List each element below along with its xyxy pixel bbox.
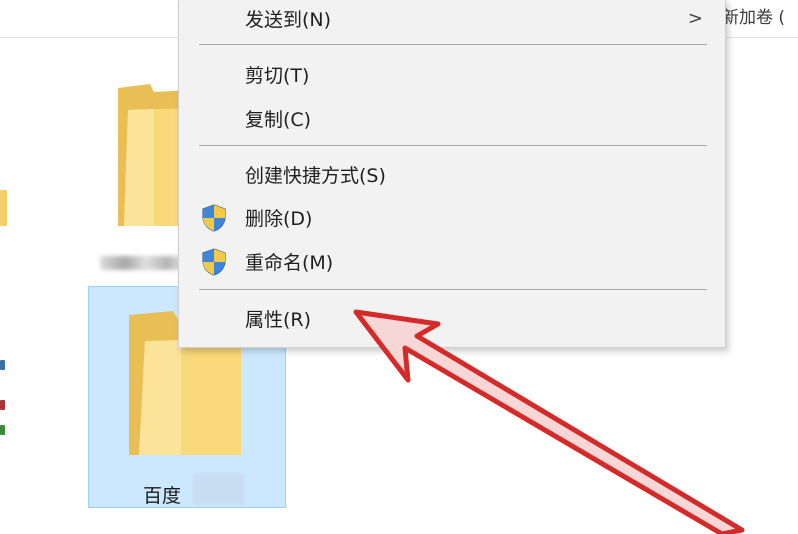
menu-item-label: 删除(D)	[245, 208, 313, 230]
menu-item-label: 剪切(T)	[245, 65, 310, 87]
menu-item-label: 复制(C)	[245, 109, 312, 131]
menu-separator	[199, 44, 707, 45]
menu-item-delete[interactable]: 删除(D)	[179, 198, 725, 238]
navigation-pane-edge	[0, 190, 7, 226]
blurred-folder-name	[100, 256, 184, 270]
menu-item-properties[interactable]: 属性(R)	[179, 299, 725, 339]
breadcrumb[interactable]: 新加卷 (	[722, 3, 785, 28]
menu-item-label: 重命名(M)	[245, 252, 334, 274]
navigation-pane-edge	[0, 400, 5, 410]
navigation-pane-edge	[0, 360, 5, 370]
uac-shield-icon	[202, 204, 226, 232]
context-menu: 发送到(N) > 剪切(T) 复制(C) 创建快捷方式(S) 删除(D) 重命名…	[178, 0, 726, 348]
menu-separator	[199, 289, 707, 290]
menu-separator	[199, 145, 707, 146]
folder-name: 百度	[143, 485, 182, 507]
menu-item-send-to[interactable]: 发送到(N) >	[179, 0, 725, 39]
folder-item[interactable]	[100, 70, 192, 290]
explorer-window: 新加卷 ( 百度 发送到(N) > 剪切(T) 复制(C) 创建快捷方式(S) …	[0, 0, 798, 534]
menu-item-rename[interactable]: 重命名(M)	[179, 242, 725, 282]
chevron-right-icon: >	[687, 8, 703, 29]
menu-item-cut[interactable]: 剪切(T)	[179, 55, 725, 95]
menu-item-label: 属性(R)	[245, 309, 312, 331]
navigation-pane-edge	[0, 425, 5, 435]
menu-item-copy[interactable]: 复制(C)	[179, 99, 725, 139]
blurred-folder-name	[193, 473, 245, 505]
uac-shield-icon	[202, 248, 226, 276]
menu-item-create-shortcut[interactable]: 创建快捷方式(S)	[179, 155, 725, 195]
menu-item-label: 发送到(N)	[245, 9, 332, 31]
menu-item-label: 创建快捷方式(S)	[245, 165, 386, 187]
